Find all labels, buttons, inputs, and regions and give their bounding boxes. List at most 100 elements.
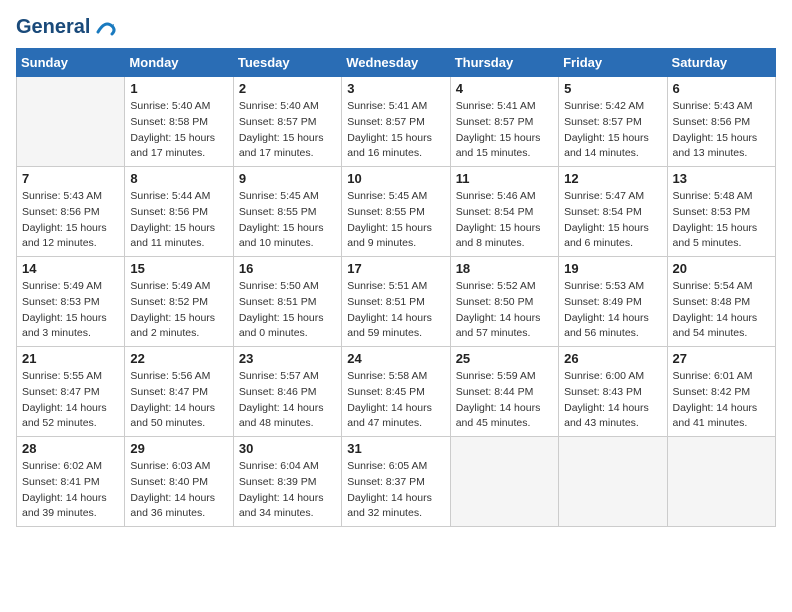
- day-info: Sunrise: 5:58 AMSunset: 8:45 PMDaylight:…: [347, 369, 444, 432]
- day-info: Sunrise: 5:41 AMSunset: 8:57 PMDaylight:…: [456, 99, 553, 162]
- calendar-cell: 24 Sunrise: 5:58 AMSunset: 8:45 PMDayligh…: [342, 347, 450, 437]
- day-info: Sunrise: 5:51 AMSunset: 8:51 PMDaylight:…: [347, 279, 444, 342]
- day-number: 24: [347, 351, 444, 366]
- calendar-cell: 28 Sunrise: 6:02 AMSunset: 8:41 PMDayligh…: [17, 437, 125, 527]
- calendar-cell: 3Sunrise: 5:41 AMSunset: 8:57 PMDaylight…: [342, 77, 450, 167]
- day-header-tuesday: Tuesday: [233, 49, 341, 77]
- day-info: Sunrise: 5:47 AMSunset: 8:54 PMDaylight:…: [564, 189, 661, 252]
- logo: General: [16, 16, 116, 38]
- day-info: Sunrise: 6:01 AMSunset: 8:42 PMDaylight:…: [673, 369, 770, 432]
- calendar-cell: 20Sunrise: 5:54 AMSunset: 8:48 PMDayligh…: [667, 257, 775, 347]
- day-info: Sunrise: 6:05 AMSunset: 8:37 PMDaylight:…: [347, 459, 444, 522]
- logo-general: General: [16, 16, 90, 38]
- day-info: Sunrise: 6:02 AMSunset: 8:41 PMDaylight:…: [22, 459, 119, 522]
- calendar-cell: 11 Sunrise: 5:46 AMSunset: 8:54 PMDayligh…: [450, 167, 558, 257]
- day-number: 17: [347, 261, 444, 276]
- calendar-cell: 4Sunrise: 5:41 AMSunset: 8:57 PMDaylight…: [450, 77, 558, 167]
- day-number: 30: [239, 441, 336, 456]
- day-number: 7: [22, 171, 119, 186]
- day-number: 21: [22, 351, 119, 366]
- day-info: Sunrise: 5:46 AMSunset: 8:54 PMDaylight:…: [456, 189, 553, 252]
- calendar-cell: [17, 77, 125, 167]
- day-number: 25: [456, 351, 553, 366]
- day-number: 19: [564, 261, 661, 276]
- day-info: Sunrise: 5:53 AMSunset: 8:49 PMDaylight:…: [564, 279, 661, 342]
- day-info: Sunrise: 5:54 AMSunset: 8:48 PMDaylight:…: [673, 279, 770, 342]
- day-number: 23: [239, 351, 336, 366]
- calendar-cell: 16 Sunrise: 5:50 AMSunset: 8:51 PMDayligh…: [233, 257, 341, 347]
- day-info: Sunrise: 6:03 AMSunset: 8:40 PMDaylight:…: [130, 459, 227, 522]
- calendar-cell: 22 Sunrise: 5:56 AMSunset: 8:47 PMDayligh…: [125, 347, 233, 437]
- day-header-thursday: Thursday: [450, 49, 558, 77]
- calendar-cell: [667, 437, 775, 527]
- calendar-week-row: 7 Sunrise: 5:43 AMSunset: 8:56 PMDaylight…: [17, 167, 776, 257]
- day-info: Sunrise: 5:44 AMSunset: 8:56 PMDaylight:…: [130, 189, 227, 252]
- calendar-cell: 26Sunrise: 6:00 AMSunset: 8:43 PMDayligh…: [559, 347, 667, 437]
- day-info: Sunrise: 5:49 AMSunset: 8:52 PMDaylight:…: [130, 279, 227, 342]
- day-number: 18: [456, 261, 553, 276]
- calendar-week-row: 14Sunrise: 5:49 AMSunset: 8:53 PMDayligh…: [17, 257, 776, 347]
- calendar-week-row: 1Sunrise: 5:40 AMSunset: 8:58 PMDaylight…: [17, 77, 776, 167]
- day-number: 11: [456, 171, 553, 186]
- day-number: 10: [347, 171, 444, 186]
- day-number: 8: [130, 171, 227, 186]
- day-info: Sunrise: 5:59 AMSunset: 8:44 PMDaylight:…: [456, 369, 553, 432]
- day-info: Sunrise: 5:57 AMSunset: 8:46 PMDaylight:…: [239, 369, 336, 432]
- day-info: Sunrise: 5:45 AMSunset: 8:55 PMDaylight:…: [347, 189, 444, 252]
- calendar-cell: 13 Sunrise: 5:48 AMSunset: 8:53 PMDayligh…: [667, 167, 775, 257]
- calendar-cell: 12 Sunrise: 5:47 AMSunset: 8:54 PMDayligh…: [559, 167, 667, 257]
- day-info: Sunrise: 5:50 AMSunset: 8:51 PMDaylight:…: [239, 279, 336, 342]
- calendar-cell: 15 Sunrise: 5:49 AMSunset: 8:52 PMDayligh…: [125, 257, 233, 347]
- day-number: 16: [239, 261, 336, 276]
- calendar-cell: 14Sunrise: 5:49 AMSunset: 8:53 PMDayligh…: [17, 257, 125, 347]
- day-info: Sunrise: 6:00 AMSunset: 8:43 PMDaylight:…: [564, 369, 661, 432]
- day-info: Sunrise: 5:40 AMSunset: 8:57 PMDaylight:…: [239, 99, 336, 162]
- day-header-sunday: Sunday: [17, 49, 125, 77]
- day-number: 2: [239, 81, 336, 96]
- day-header-monday: Monday: [125, 49, 233, 77]
- day-number: 13: [673, 171, 770, 186]
- day-number: 9: [239, 171, 336, 186]
- day-info: Sunrise: 5:52 AMSunset: 8:50 PMDaylight:…: [456, 279, 553, 342]
- day-number: 5: [564, 81, 661, 96]
- calendar-cell: 31 Sunrise: 6:05 AMSunset: 8:37 PMDayligh…: [342, 437, 450, 527]
- day-header-friday: Friday: [559, 49, 667, 77]
- calendar-cell: 17 Sunrise: 5:51 AMSunset: 8:51 PMDayligh…: [342, 257, 450, 347]
- day-header-saturday: Saturday: [667, 49, 775, 77]
- day-info: Sunrise: 5:55 AMSunset: 8:47 PMDaylight:…: [22, 369, 119, 432]
- calendar-cell: 27 Sunrise: 6:01 AMSunset: 8:42 PMDayligh…: [667, 347, 775, 437]
- day-number: 27: [673, 351, 770, 366]
- calendar-cell: 10 Sunrise: 5:45 AMSunset: 8:55 PMDayligh…: [342, 167, 450, 257]
- calendar-cell: 25 Sunrise: 5:59 AMSunset: 8:44 PMDayligh…: [450, 347, 558, 437]
- day-number: 22: [130, 351, 227, 366]
- day-info: Sunrise: 5:56 AMSunset: 8:47 PMDaylight:…: [130, 369, 227, 432]
- day-number: 12: [564, 171, 661, 186]
- day-number: 1: [130, 81, 227, 96]
- day-info: Sunrise: 5:48 AMSunset: 8:53 PMDaylight:…: [673, 189, 770, 252]
- day-info: Sunrise: 5:45 AMSunset: 8:55 PMDaylight:…: [239, 189, 336, 252]
- calendar-table: SundayMondayTuesdayWednesdayThursdayFrid…: [16, 48, 776, 527]
- calendar-cell: 8 Sunrise: 5:44 AMSunset: 8:56 PMDaylight…: [125, 167, 233, 257]
- day-info: Sunrise: 5:43 AMSunset: 8:56 PMDaylight:…: [22, 189, 119, 252]
- calendar-cell: 21 Sunrise: 5:55 AMSunset: 8:47 PMDayligh…: [17, 347, 125, 437]
- calendar-cell: 5 Sunrise: 5:42 AMSunset: 8:57 PMDaylight…: [559, 77, 667, 167]
- calendar-cell: 9 Sunrise: 5:45 AMSunset: 8:55 PMDaylight…: [233, 167, 341, 257]
- calendar-cell: 18 Sunrise: 5:52 AMSunset: 8:50 PMDayligh…: [450, 257, 558, 347]
- day-info: Sunrise: 6:04 AMSunset: 8:39 PMDaylight:…: [239, 459, 336, 522]
- calendar-cell: 1Sunrise: 5:40 AMSunset: 8:58 PMDaylight…: [125, 77, 233, 167]
- day-number: 15: [130, 261, 227, 276]
- day-number: 3: [347, 81, 444, 96]
- calendar-cell: 19 Sunrise: 5:53 AMSunset: 8:49 PMDayligh…: [559, 257, 667, 347]
- calendar-cell: [450, 437, 558, 527]
- calendar-cell: [559, 437, 667, 527]
- logo-icon: [94, 16, 116, 38]
- calendar-cell: 7 Sunrise: 5:43 AMSunset: 8:56 PMDaylight…: [17, 167, 125, 257]
- day-number: 14: [22, 261, 119, 276]
- day-info: Sunrise: 5:43 AMSunset: 8:56 PMDaylight:…: [673, 99, 770, 162]
- day-number: 6: [673, 81, 770, 96]
- day-number: 31: [347, 441, 444, 456]
- day-number: 28: [22, 441, 119, 456]
- calendar-week-row: 28 Sunrise: 6:02 AMSunset: 8:41 PMDayligh…: [17, 437, 776, 527]
- day-info: Sunrise: 5:42 AMSunset: 8:57 PMDaylight:…: [564, 99, 661, 162]
- calendar-header-row: SundayMondayTuesdayWednesdayThursdayFrid…: [17, 49, 776, 77]
